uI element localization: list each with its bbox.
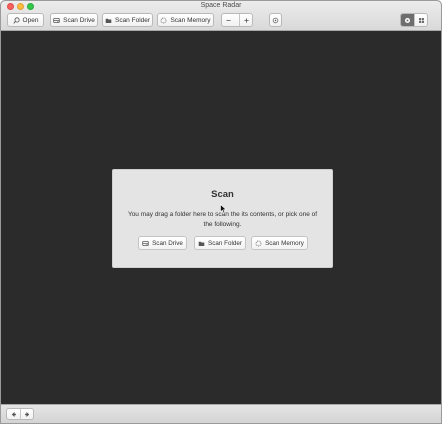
arrow-right-icon bbox=[24, 411, 31, 418]
scan-panel-title: Scan bbox=[211, 189, 234, 200]
panel-scan-drive-label: Scan Drive bbox=[152, 239, 183, 247]
open-button[interactable]: Open bbox=[7, 13, 44, 27]
zoom-in-button[interactable] bbox=[239, 14, 252, 26]
memory-icon bbox=[255, 240, 262, 247]
visualization-area[interactable]: Scan You may drag a folder here to scan … bbox=[1, 31, 441, 404]
mouse-cursor-icon bbox=[220, 204, 227, 214]
open-button-label: Open bbox=[22, 16, 39, 24]
plus-icon bbox=[243, 14, 250, 26]
treemap-icon bbox=[418, 14, 425, 26]
panel-scan-folder-label: Scan Folder bbox=[208, 239, 242, 247]
zoom-control-group bbox=[221, 13, 253, 27]
history-navigation bbox=[6, 408, 34, 420]
window-title: Space Radar bbox=[200, 2, 242, 9]
sunburst-icon bbox=[404, 14, 411, 26]
scan-panel: Scan You may drag a folder here to scan … bbox=[112, 169, 333, 268]
panel-scan-folder-button[interactable]: Scan Folder bbox=[194, 236, 246, 250]
target-icon bbox=[272, 17, 279, 24]
app-window: Space Radar Open Scan Drive Scan Folder bbox=[0, 0, 442, 424]
scan-drive-label: Scan Drive bbox=[63, 16, 95, 24]
window-chrome: Space Radar Open Scan Drive Scan Folder bbox=[1, 1, 441, 31]
folder-icon bbox=[105, 17, 112, 24]
memory-icon bbox=[160, 17, 167, 24]
panel-scan-drive-button[interactable]: Scan Drive bbox=[138, 236, 187, 250]
zoom-out-button[interactable] bbox=[222, 14, 235, 26]
panel-scan-memory-button[interactable]: Scan Memory bbox=[251, 236, 308, 250]
search-icon bbox=[12, 16, 20, 24]
reset-view-button[interactable] bbox=[269, 13, 282, 27]
back-button[interactable] bbox=[7, 409, 20, 419]
scan-memory-button[interactable]: Scan Memory bbox=[157, 13, 214, 27]
view-mode-toggle bbox=[400, 13, 428, 27]
folder-icon bbox=[198, 240, 205, 247]
title-bar[interactable]: Space Radar bbox=[1, 1, 441, 12]
panel-scan-memory-label: Scan Memory bbox=[265, 239, 304, 247]
sunburst-view-button[interactable] bbox=[401, 14, 414, 26]
drive-icon bbox=[142, 240, 149, 247]
scan-folder-button[interactable]: Scan Folder bbox=[102, 13, 153, 27]
bottom-bar bbox=[1, 404, 441, 423]
scan-folder-label: Scan Folder bbox=[114, 16, 151, 24]
scan-drive-button[interactable]: Scan Drive bbox=[50, 13, 98, 27]
treemap-view-button[interactable] bbox=[414, 14, 427, 26]
scan-memory-label: Scan Memory bbox=[170, 16, 211, 24]
drive-icon bbox=[53, 17, 60, 24]
minus-icon bbox=[225, 14, 232, 26]
forward-button[interactable] bbox=[20, 409, 33, 419]
arrow-left-icon bbox=[10, 411, 17, 418]
